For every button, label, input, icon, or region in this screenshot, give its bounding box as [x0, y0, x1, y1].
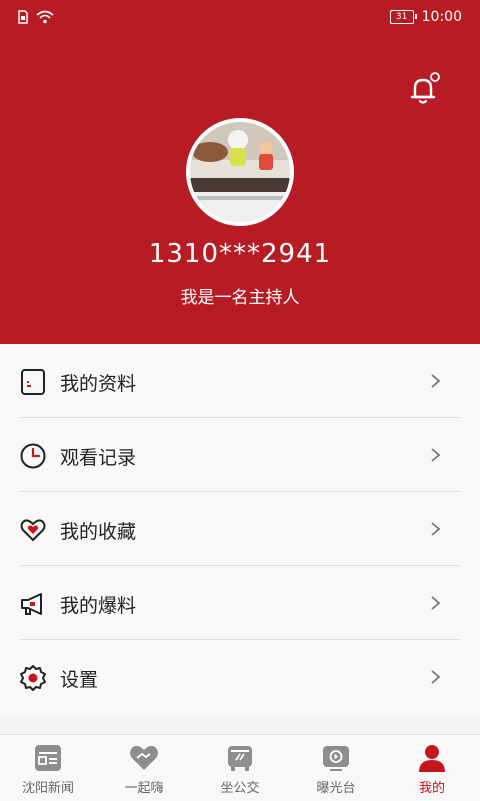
notification-bell-icon[interactable]	[406, 72, 442, 108]
battery-level: 31	[395, 12, 408, 22]
menu-list: 我的资料 观看记录 我的收藏 我的爆料 设置	[0, 344, 480, 714]
menu-item-settings[interactable]: 设置	[0, 640, 480, 714]
profile-card-icon	[21, 369, 45, 395]
status-right: 31 10:00	[389, 9, 462, 25]
battery-icon: 31	[389, 10, 417, 24]
avatar[interactable]	[186, 118, 294, 226]
chevron-right-icon	[431, 670, 441, 684]
tab-label: 坐公交	[220, 781, 260, 796]
sim-icon	[18, 10, 28, 24]
megaphone-icon	[21, 593, 42, 615]
chevron-right-icon	[431, 522, 441, 536]
username: 1310***2941	[148, 239, 332, 269]
chevron-right-icon	[431, 596, 441, 610]
menu-item-history[interactable]: 观看记录	[0, 418, 480, 492]
tab-label: 沈阳新闻	[21, 781, 74, 796]
chevron-right-icon	[431, 374, 441, 388]
profile-header: 1310***2941 我是一名主持人	[0, 36, 480, 344]
status-left	[18, 10, 54, 24]
menu-label: 我的资料	[60, 373, 137, 395]
news-icon	[35, 745, 61, 771]
menu-item-favorites[interactable]: 我的收藏	[0, 492, 480, 566]
tab-label: 曝光台	[316, 781, 356, 796]
tab-bus[interactable]: 坐公交	[192, 735, 288, 801]
bottom-tab-bar: 沈阳新闻 一起嗨 坐公交 曝光台 我的	[0, 734, 480, 801]
tab-shenyang-news[interactable]: 沈阳新闻	[0, 735, 96, 801]
wifi-icon	[36, 10, 54, 24]
menu-label: 观看记录	[60, 447, 137, 469]
tab-label: 我的	[418, 781, 445, 796]
menu-label: 设置	[60, 669, 99, 691]
handshake-heart-icon	[130, 745, 158, 770]
avatar-photo	[190, 122, 290, 222]
tab-exposure[interactable]: 曝光台	[288, 735, 384, 801]
profile-tagline: 我是一名主持人	[180, 288, 300, 308]
heart-icon	[20, 519, 46, 541]
tab-together[interactable]: 一起嗨	[96, 735, 192, 801]
menu-item-tips[interactable]: 我的爆料	[0, 566, 480, 640]
clock-icon	[20, 443, 46, 469]
menu-item-profile[interactable]: 我的资料	[0, 344, 480, 418]
tab-label: 一起嗨	[124, 781, 164, 796]
gear-icon	[20, 665, 46, 691]
menu-label: 我的收藏	[60, 521, 137, 543]
user-icon	[419, 745, 445, 772]
chevron-right-icon	[431, 448, 441, 462]
status-bar: 31 10:00	[0, 0, 480, 36]
video-tv-icon	[323, 746, 349, 771]
menu-label: 我的爆料	[60, 595, 137, 617]
bus-icon	[228, 746, 252, 771]
tab-me[interactable]: 我的	[384, 735, 480, 801]
status-time: 10:00	[421, 9, 462, 25]
